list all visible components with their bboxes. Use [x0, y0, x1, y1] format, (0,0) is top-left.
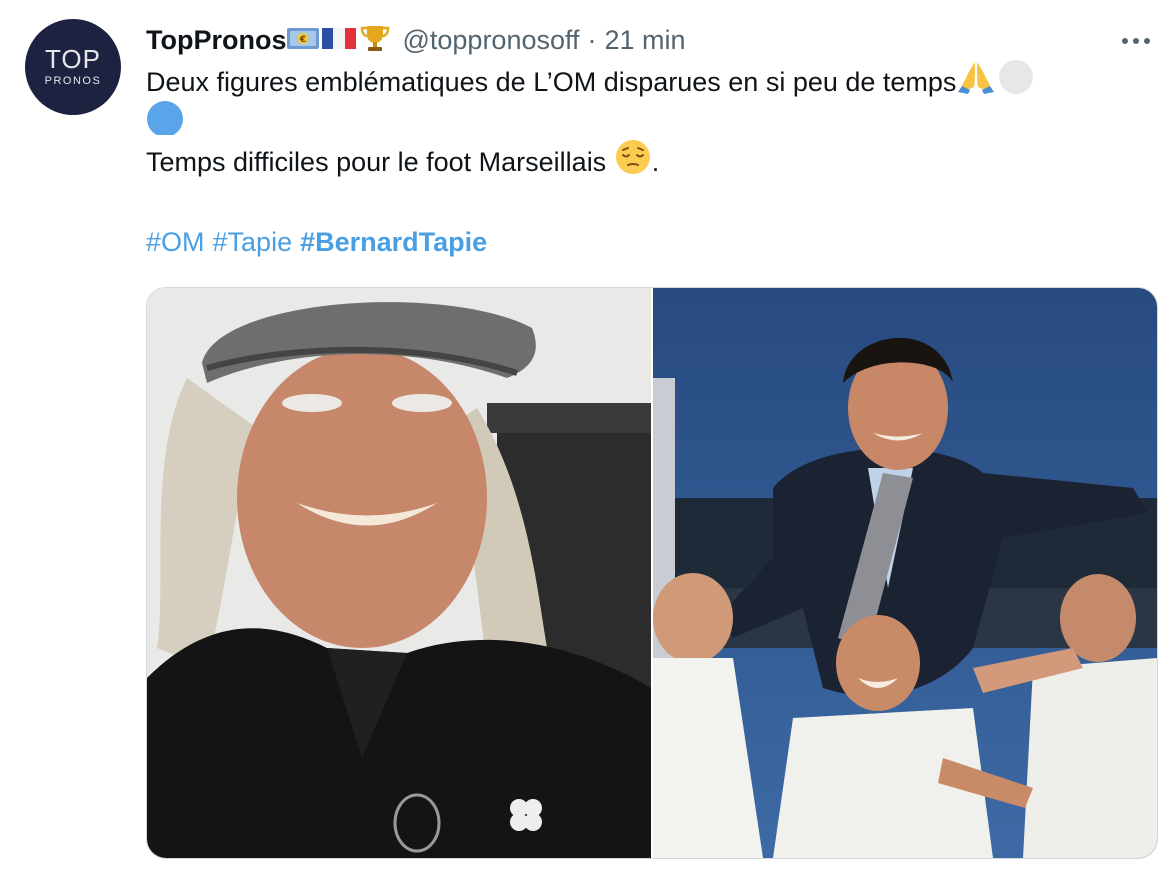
- tweet-line-1: Deux figures emblématiques de L’OM dispa…: [146, 59, 1146, 102]
- folded-hands-icon: [956, 59, 996, 106]
- tweet: TOP PRONOS TopPronos € @toppronosoff · 2…: [0, 0, 1174, 876]
- timestamp[interactable]: 21 min: [605, 25, 686, 56]
- white-circle-icon: [996, 59, 1036, 106]
- hashtag-bernardtapie[interactable]: #BernardTapie: [300, 222, 487, 262]
- hashtag-om[interactable]: #OM: [146, 222, 205, 262]
- blue-circle-icon: [146, 99, 186, 146]
- france-flag-icon: [320, 24, 358, 57]
- display-name[interactable]: TopPronos: [146, 25, 286, 56]
- tweet-line-1-text: Deux figures emblématiques de L’OM dispa…: [146, 67, 957, 97]
- tweet-header: TopPronos € @toppronosoff · 21 min: [146, 22, 686, 58]
- photo-man-with-flat-cap[interactable]: [147, 288, 651, 858]
- separator: ·: [587, 24, 597, 55]
- hashtag-tapie[interactable]: #Tapie: [213, 222, 293, 262]
- tweet-line-3-end: .: [651, 147, 660, 177]
- avatar-logo-top: TOP: [45, 44, 101, 74]
- trophy-icon: [358, 23, 392, 58]
- tweet-line-2: [146, 100, 1146, 142]
- svg-text:€: €: [299, 35, 306, 45]
- more-dots-icon[interactable]: [1116, 26, 1156, 56]
- tweet-text: Deux figures emblématiques de L’OM dispa…: [146, 59, 1146, 262]
- media-grid: [146, 287, 1158, 859]
- tweet-line-3: Temps difficiles pour le foot Marseillai…: [146, 139, 1146, 182]
- avatar[interactable]: TOP PRONOS: [25, 19, 121, 115]
- photo-man-carried-by-players[interactable]: [653, 288, 1157, 858]
- handle[interactable]: @toppronosoff: [402, 25, 579, 56]
- pensive-face-icon: [614, 139, 652, 186]
- euro-banknote-icon: €: [286, 24, 320, 57]
- hashtags: #OM #Tapie #BernardTapie: [146, 222, 1146, 262]
- tweet-line-3-text: Temps difficiles pour le foot Marseillai…: [146, 147, 614, 177]
- avatar-logo-bottom: PRONOS: [44, 75, 102, 87]
